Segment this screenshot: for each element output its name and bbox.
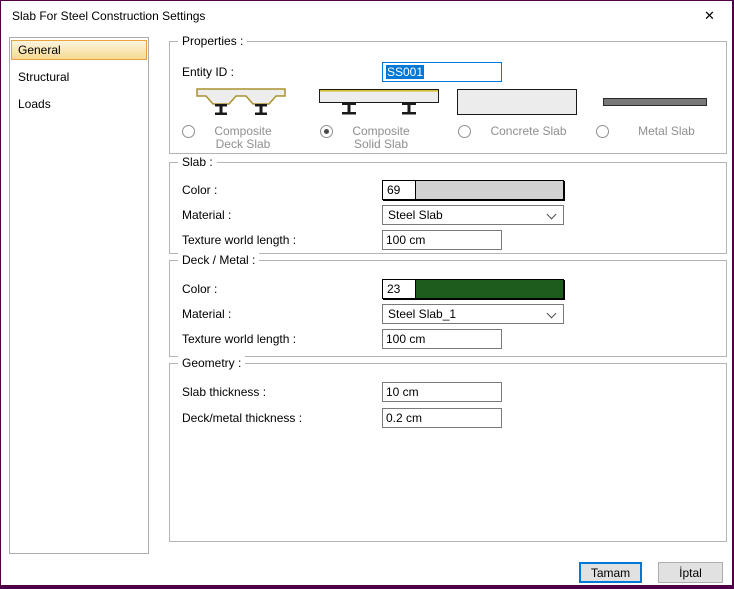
slab-material-label: Material : xyxy=(182,205,231,225)
radio-row-concrete: Concrete Slab xyxy=(448,125,586,138)
radio-row-composite-deck: Composite Deck Slab xyxy=(172,125,310,151)
slab-thickness-label: Slab thickness : xyxy=(182,382,266,402)
deck-texture-input[interactable]: 100 cm xyxy=(382,329,502,349)
slab-texture-label: Texture world length : xyxy=(182,230,296,250)
deck-material-label: Material : xyxy=(182,304,231,324)
geometry-group-label: Geometry : xyxy=(178,356,245,370)
sidebar-item-general[interactable]: General xyxy=(11,40,147,60)
deck-thickness-value: 0.2 cm xyxy=(386,411,422,425)
slab-color-label: Color : xyxy=(182,180,217,200)
deck-material-select[interactable]: Steel Slab_1 xyxy=(382,304,564,324)
slab-type-concrete: Concrete Slab xyxy=(448,88,586,151)
metal-slab-icon xyxy=(586,88,724,116)
slab-texture-value: 100 cm xyxy=(386,233,425,247)
deck-metal-group-label: Deck / Metal : xyxy=(178,253,259,267)
sidebar-item-structural[interactable]: Structural xyxy=(11,67,147,87)
deck-color-label: Color : xyxy=(182,279,217,299)
slab-thickness-value: 10 cm xyxy=(386,385,419,399)
deck-material-value: Steel Slab_1 xyxy=(388,307,456,321)
slab-type-composite-solid: Composite Solid Slab xyxy=(310,88,448,151)
slab-material-value: Steel Slab xyxy=(388,208,443,222)
radio-label-composite-solid: Composite Solid Slab xyxy=(333,125,429,151)
radio-composite-deck-slab[interactable] xyxy=(182,125,195,138)
entity-id-input[interactable]: SS001 xyxy=(382,62,502,82)
deck-color-picker[interactable]: 23 xyxy=(382,279,564,299)
slab-settings-dialog: Slab For Steel Construction Settings ✕ G… xyxy=(0,0,734,589)
composite-deck-slab-icon xyxy=(172,88,310,116)
radio-label-metal: Metal Slab xyxy=(609,125,724,138)
properties-group-label: Properties : xyxy=(178,34,247,48)
radio-row-metal: Metal Slab xyxy=(586,125,724,138)
deck-color-index: 23 xyxy=(383,280,416,298)
deck-texture-label: Texture world length : xyxy=(182,329,296,349)
entity-id-value: SS001 xyxy=(386,65,424,79)
slab-color-index: 69 xyxy=(383,181,416,199)
radio-row-composite-solid: Composite Solid Slab xyxy=(310,125,448,151)
deck-thickness-input[interactable]: 0.2 cm xyxy=(382,408,502,428)
slab-type-composite-deck: Composite Deck Slab xyxy=(172,88,310,151)
slab-type-selector: Composite Deck Slab Comp xyxy=(172,88,724,151)
slab-type-metal: Metal Slab xyxy=(586,88,724,151)
deck-metal-group: Deck / Metal : Color : 23 Material : Ste… xyxy=(169,260,727,357)
title-bar: Slab For Steel Construction Settings ✕ xyxy=(1,1,732,31)
sidebar-item-loads[interactable]: Loads xyxy=(11,94,147,114)
concrete-slab-icon xyxy=(448,88,586,116)
radio-composite-solid-slab[interactable] xyxy=(320,125,333,138)
slab-thickness-input[interactable]: 10 cm xyxy=(382,382,502,402)
radio-label-composite-deck: Composite Deck Slab xyxy=(195,125,291,151)
close-button[interactable]: ✕ xyxy=(687,1,732,31)
properties-group: Properties : Entity ID : SS001 xyxy=(169,41,727,154)
radio-metal-slab[interactable] xyxy=(596,125,609,138)
slab-material-select[interactable]: Steel Slab xyxy=(382,205,564,225)
ok-button[interactable]: Tamam xyxy=(579,562,642,583)
slab-color-swatch xyxy=(416,181,563,199)
geometry-group: Geometry : Slab thickness : 10 cm Deck/m… xyxy=(169,363,727,542)
deck-color-swatch xyxy=(416,280,563,298)
slab-group-label: Slab : xyxy=(178,155,217,169)
deck-thickness-label: Deck/metal thickness : xyxy=(182,408,302,428)
chevron-down-icon xyxy=(547,309,557,319)
radio-label-concrete: Concrete Slab xyxy=(471,125,586,138)
chevron-down-icon xyxy=(547,210,557,220)
deck-texture-value: 100 cm xyxy=(386,332,425,346)
cancel-button[interactable]: İptal xyxy=(658,562,723,583)
slab-color-picker[interactable]: 69 xyxy=(382,180,564,200)
slab-group: Slab : Color : 69 Material : Steel Slab … xyxy=(169,162,727,254)
slab-texture-input[interactable]: 100 cm xyxy=(382,230,502,250)
entity-id-label: Entity ID : xyxy=(182,62,234,82)
close-icon: ✕ xyxy=(704,8,715,24)
radio-concrete-slab[interactable] xyxy=(458,125,471,138)
sidebar: General Structural Loads xyxy=(9,37,149,554)
composite-solid-slab-icon xyxy=(310,88,448,116)
window-title: Slab For Steel Construction Settings xyxy=(12,9,205,23)
